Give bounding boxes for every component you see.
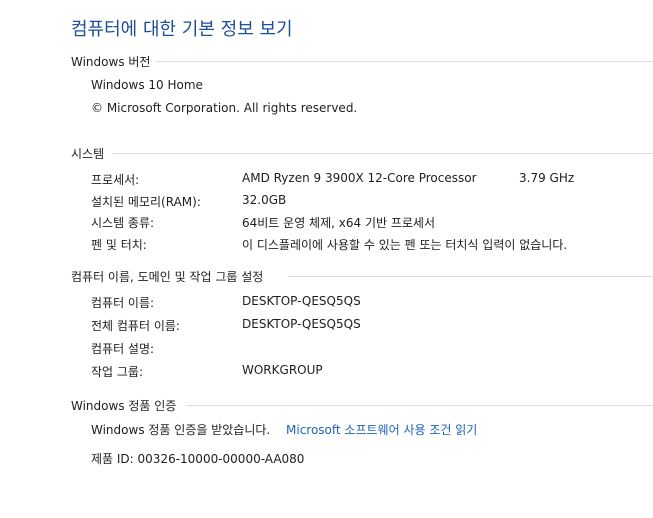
section-header-computer-name: 컴퓨터 이름, 도메인 및 작업 그룹 설정 (71, 270, 264, 284)
system-type-label: 시스템 종류: (91, 216, 155, 230)
computer-description-label: 컴퓨터 설명: (91, 342, 155, 356)
workgroup-value: WORKGROUP (242, 363, 323, 377)
processor-label: 프로세서: (91, 173, 140, 187)
workgroup-label: 작업 그룹: (91, 365, 144, 379)
section-divider (288, 276, 653, 277)
section-divider (186, 405, 653, 406)
page-title: 컴퓨터에 대한 기본 정보 보기 (71, 19, 293, 40)
system-type-value: 64비트 운영 체제, x64 기반 프로세서 (242, 216, 436, 230)
computer-name-label: 컴퓨터 이름: (91, 296, 155, 310)
pen-touch-label: 펜 및 터치: (91, 238, 147, 252)
pen-touch-value: 이 디스플레이에 사용할 수 있는 펜 또는 터치식 입력이 없습니다. (242, 238, 568, 252)
full-computer-name-value: DESKTOP-QESQ5QS (242, 317, 361, 331)
copyright-text: © Microsoft Corporation. All rights rese… (91, 101, 358, 115)
ram-value: 32.0GB (242, 193, 287, 207)
activation-status: Windows 정품 인증을 받았습니다. (91, 423, 271, 437)
license-terms-link[interactable]: Microsoft 소프트웨어 사용 조건 읽기 (286, 421, 477, 438)
section-header-system: 시스템 (71, 147, 105, 161)
processor-speed: 3.79 GHz (519, 171, 575, 185)
section-header-activation: Windows 정품 인증 (71, 399, 177, 413)
processor-value: AMD Ryzen 9 3900X 12-Core Processor (242, 171, 477, 185)
computer-name-value: DESKTOP-QESQ5QS (242, 294, 361, 308)
windows-edition-value: Windows 10 Home (91, 78, 203, 92)
ram-label: 설치된 메모리(RAM): (91, 195, 201, 209)
section-header-windows-edition: Windows 버전 (71, 55, 151, 69)
system-info-page: 컴퓨터에 대한 기본 정보 보기 Windows 버전 Windows 10 H… (0, 0, 653, 518)
section-divider (113, 153, 653, 154)
full-computer-name-label: 전체 컴퓨터 이름: (91, 319, 180, 333)
section-divider (155, 61, 653, 62)
product-id: 제품 ID: 00326-10000-00000-AA080 (91, 452, 305, 466)
